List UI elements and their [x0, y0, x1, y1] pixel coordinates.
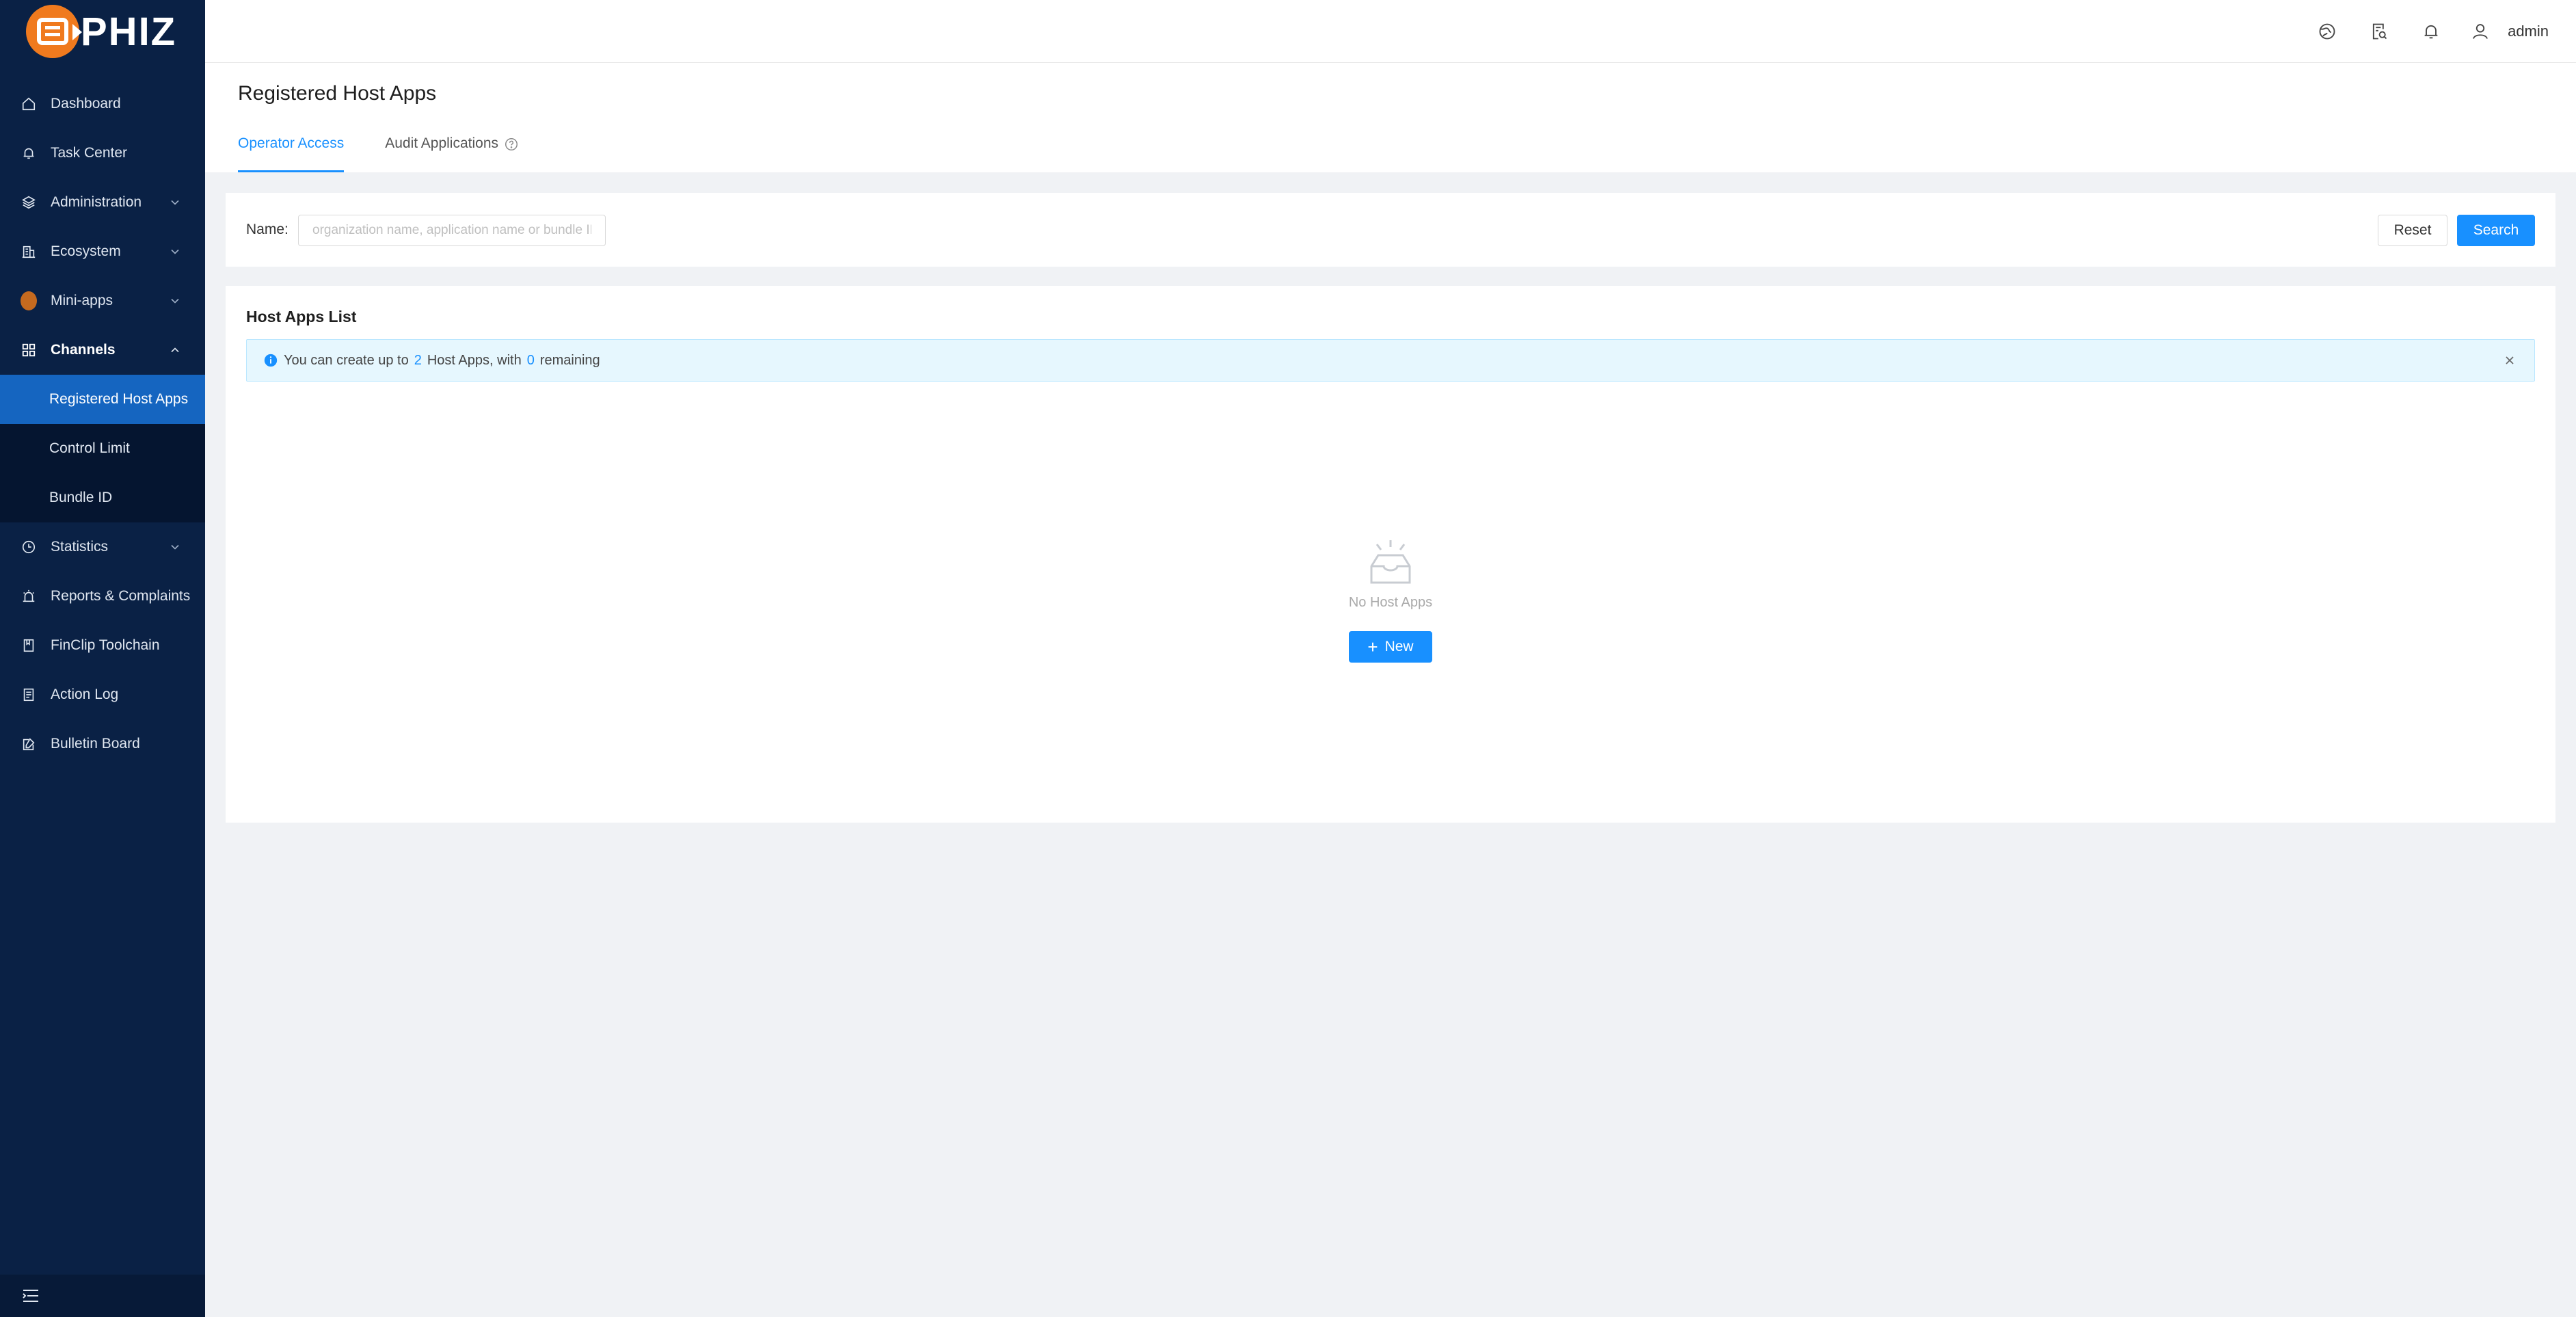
sidebar-item-action-log[interactable]: Action Log — [0, 670, 205, 719]
sidebar-menu: Dashboard Task Center Administration Eco… — [0, 79, 205, 769]
tab-label: Operator Access — [238, 135, 345, 151]
sidebar-item-mini-apps[interactable]: Mini-apps — [0, 276, 205, 325]
reset-button[interactable]: Reset — [2378, 215, 2447, 246]
sidebar-item-label: FinClip Toolchain — [51, 637, 160, 653]
sidebar-item-label: Ecosystem — [51, 243, 121, 259]
sidebar-item-bulletin-board[interactable]: Bulletin Board — [0, 719, 205, 769]
alert-middle: Host Apps, with — [427, 352, 522, 368]
document-search-icon — [2372, 23, 2387, 40]
sidebar-item-task-center[interactable]: Task Center — [0, 129, 205, 178]
chevron-down-icon — [171, 298, 179, 304]
sidebar-item-label: Mini-apps — [51, 293, 113, 308]
sidebar-item-label: Action Log — [51, 687, 119, 702]
menu-fold-icon — [23, 1290, 38, 1302]
sidebar-item-label: Reports & Complaints — [51, 588, 191, 604]
language-button[interactable] — [2301, 0, 2353, 63]
home-icon — [21, 96, 37, 112]
sidebar-item-ecosystem[interactable]: Ecosystem — [0, 227, 205, 276]
tab-label: Audit Applications — [385, 135, 499, 151]
tab-operator-access[interactable]: Operator Access — [238, 131, 345, 172]
sidebar-item-label: Channels — [51, 342, 116, 358]
user-icon — [2473, 24, 2488, 39]
list-title: Host Apps List — [246, 308, 357, 325]
clock-icon — [21, 539, 37, 555]
sidebar-item-label: Statistics — [51, 539, 109, 555]
user-menu[interactable]: admin — [2471, 22, 2549, 41]
sidebar-item-finclip-toolchain[interactable]: FinClip Toolchain — [0, 621, 205, 670]
app-logo[interactable]: PHIZ — [0, 0, 205, 63]
sidebar-item-dashboard[interactable]: Dashboard — [0, 79, 205, 129]
empty-state: No Host Apps + New — [226, 539, 2555, 663]
mini-apps-icon — [21, 291, 37, 310]
alert-prefix: You can create up to — [284, 352, 409, 368]
host-apps-list: Host Apps List You can create up to 2 Ho… — [226, 286, 2555, 823]
layers-icon — [21, 194, 37, 211]
name-search-input[interactable] — [298, 215, 606, 246]
sidebar-item-administration[interactable]: Administration — [0, 178, 205, 227]
info-icon — [264, 354, 278, 367]
remaining-count: 0 — [526, 352, 535, 368]
building-icon — [21, 243, 37, 260]
sidebar-collapse-button[interactable] — [0, 1275, 205, 1317]
plus-icon: + — [1367, 637, 1378, 657]
chevron-down-icon — [171, 249, 179, 254]
alarm-icon — [21, 588, 37, 604]
page-title: Registered Host Apps — [238, 82, 437, 105]
username: admin — [2508, 23, 2549, 40]
sidebar-item-bundle-id[interactable]: Bundle ID — [0, 473, 205, 522]
search-form: Name: Reset Search — [226, 193, 2555, 267]
book-icon — [21, 637, 37, 654]
logo-icon — [26, 5, 82, 58]
sidebar-item-label: Dashboard — [51, 96, 121, 111]
docs-button[interactable] — [2353, 0, 2405, 63]
close-icon[interactable] — [2503, 354, 2517, 367]
sidebar-item-label: Administration — [51, 194, 142, 210]
max-count: 2 — [414, 352, 422, 368]
header-actions: admin — [2301, 0, 2549, 63]
sidebar-item-registered-host-apps[interactable]: Registered Host Apps — [0, 375, 205, 424]
tab-audit-applications[interactable]: Audit Applications — [385, 131, 519, 172]
new-button-label: New — [1384, 639, 1414, 654]
sidebar-item-statistics[interactable]: Statistics — [0, 522, 205, 572]
tabs: Operator Access Audit Applications — [238, 131, 560, 172]
bell-icon — [21, 145, 37, 161]
search-button[interactable]: Search — [2457, 215, 2535, 246]
sidebar-item-control-limit[interactable]: Control Limit — [0, 424, 205, 473]
name-label: Name: — [246, 222, 289, 237]
sidebar: PHIZ Dashboard Task Center Administratio… — [0, 0, 205, 1317]
new-host-app-button[interactable]: + New — [1349, 631, 1432, 663]
sidebar-item-reports-complaints[interactable]: Reports & Complaints — [0, 572, 205, 621]
question-circle-icon[interactable] — [504, 137, 519, 152]
edit-icon — [21, 736, 37, 752]
globe-icon — [2319, 23, 2335, 40]
logo-text: PHIZ — [81, 9, 177, 54]
notifications-button[interactable] — [2405, 0, 2457, 63]
sidebar-item-label: Task Center — [51, 145, 128, 161]
sidebar-item-label: Bulletin Board — [51, 736, 140, 751]
chevron-up-icon — [171, 347, 179, 353]
page-header: Registered Host Apps Operator Access Aud… — [205, 63, 2576, 172]
top-header: admin — [205, 0, 2576, 63]
empty-inbox-icon — [1370, 540, 1411, 584]
chevron-down-icon — [171, 544, 179, 550]
empty-text: No Host Apps — [1348, 595, 1433, 610]
grid-icon — [21, 342, 37, 358]
chevron-down-icon — [171, 200, 179, 205]
log-icon — [21, 687, 37, 703]
alert-suffix: remaining — [539, 352, 600, 368]
channels-submenu: Registered Host Apps Control Limit Bundl… — [0, 375, 205, 522]
sidebar-item-channels[interactable]: Channels — [0, 325, 205, 375]
quota-alert: You can create up to 2 Host Apps, with 0… — [246, 339, 2535, 382]
bell-icon — [2424, 25, 2438, 39]
